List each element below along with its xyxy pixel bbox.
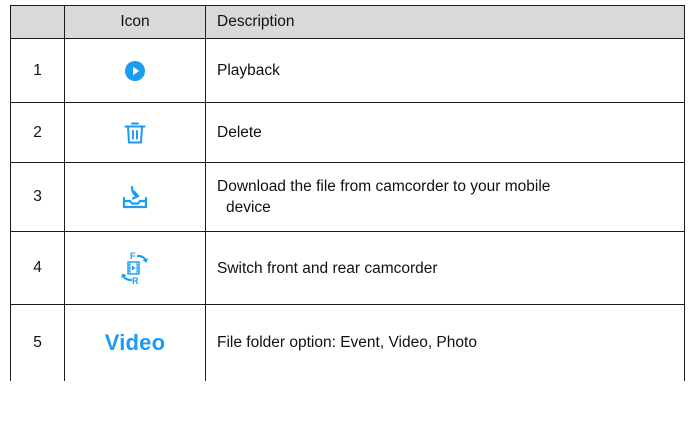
row-description: Switch front and rear camcorder bbox=[205, 231, 685, 305]
trash-icon bbox=[124, 121, 146, 145]
row-description: File folder option: Event, Video, Photo bbox=[205, 304, 685, 381]
icon-cell: F R bbox=[64, 231, 206, 305]
video-folder-label: Video bbox=[104, 329, 166, 355]
table-row: 4 F R Switch front and rear camcorder bbox=[10, 231, 685, 305]
description-line-2: device bbox=[226, 199, 271, 216]
row-number: 2 bbox=[10, 102, 65, 163]
icon-description-table: Icon Description 1 Playback 2 Delete 3 D… bbox=[10, 5, 685, 381]
front-label: F bbox=[130, 251, 136, 261]
icon-cell: Video bbox=[64, 304, 206, 381]
icon-cell bbox=[64, 38, 206, 103]
icon-cell bbox=[64, 162, 206, 232]
table-row: 2 Delete bbox=[10, 102, 685, 163]
header-number bbox=[10, 5, 65, 39]
row-number: 4 bbox=[10, 231, 65, 305]
header-icon: Icon bbox=[64, 5, 206, 39]
table-row: 5 Video File folder option: Event, Video… bbox=[10, 304, 685, 381]
row-description: Download the file from camcorder to your… bbox=[205, 162, 685, 232]
rear-label: R bbox=[132, 276, 139, 286]
row-number: 1 bbox=[10, 38, 65, 103]
row-number: 5 bbox=[10, 304, 65, 381]
icon-cell bbox=[64, 102, 206, 163]
row-description: Playback bbox=[205, 38, 685, 103]
switch-camera-icon: F R bbox=[117, 250, 153, 286]
table-header-row: Icon Description bbox=[10, 5, 685, 39]
row-number: 3 bbox=[10, 162, 65, 232]
table-row: 1 Playback bbox=[10, 38, 685, 103]
playback-icon bbox=[125, 60, 145, 81]
download-tray-icon bbox=[122, 185, 148, 209]
description-line-1: Download the file from camcorder to your… bbox=[217, 178, 551, 195]
row-description: Delete bbox=[205, 102, 685, 163]
table-row: 3 Download the file from camcorder to yo… bbox=[10, 162, 685, 232]
header-description: Description bbox=[205, 5, 685, 39]
